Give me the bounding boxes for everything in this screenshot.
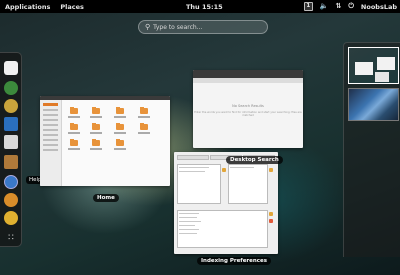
window-toolbar xyxy=(193,78,303,83)
dash: ∷ xyxy=(0,52,22,247)
workspace-indicator[interactable]: 1 xyxy=(303,2,313,11)
folder-icon xyxy=(70,107,78,114)
power-icon[interactable]: ⏻ xyxy=(348,0,354,13)
workspace-switcher xyxy=(343,42,400,257)
desktop-search-window-caption[interactable]: Desktop Search xyxy=(226,156,283,164)
window-titlebar xyxy=(193,70,303,78)
files-app-icon[interactable] xyxy=(4,135,18,149)
places-menu[interactable]: Places xyxy=(55,3,89,11)
applications-menu[interactable]: Applications xyxy=(0,3,55,11)
folder-icon xyxy=(92,107,100,114)
folder-icon xyxy=(92,123,100,130)
folder-icon xyxy=(140,107,148,114)
search-placeholder: Type to search... xyxy=(153,23,203,31)
clock[interactable]: Thu 15:15 xyxy=(186,3,223,11)
user-menu[interactable]: NoobsLab xyxy=(361,3,397,11)
folder-icon xyxy=(116,107,124,114)
folder-icon xyxy=(116,139,124,146)
network-icon[interactable]: ⇅ xyxy=(336,0,342,13)
no-results-title: No Search Results xyxy=(232,104,264,108)
desktop-search-app-icon[interactable] xyxy=(4,211,18,225)
software-app-icon[interactable] xyxy=(4,155,18,169)
desktop-search-window-thumbnail[interactable]: No Search Results Enter the words you wa… xyxy=(193,70,303,148)
home-window-caption[interactable]: Home xyxy=(93,194,119,202)
prefs-list-left xyxy=(177,164,221,204)
folder-icon xyxy=(70,123,78,130)
indexing-window-caption[interactable]: Indexing Preferences xyxy=(197,257,272,265)
folder-icon xyxy=(140,123,148,130)
browser-app-icon[interactable] xyxy=(4,81,18,95)
home-window-thumbnail[interactable] xyxy=(40,96,170,186)
folder-icon xyxy=(116,123,124,130)
show-apps-icon[interactable]: ∷ xyxy=(4,231,18,245)
overview-search[interactable]: ⚲ Type to search... xyxy=(138,20,268,34)
indexing-preferences-window-thumbnail[interactable] xyxy=(174,152,278,254)
workspace-thumbnail-2[interactable] xyxy=(348,88,399,121)
terminal-app-icon[interactable] xyxy=(4,117,18,131)
no-results-hint: Enter the words you want to find for inf… xyxy=(194,111,302,117)
top-bar: Applications Places Thu 15:15 1 🔈 ⇅ ⏻ No… xyxy=(0,0,400,13)
prefs-list-right xyxy=(228,164,268,204)
workspace-thumbnail-1[interactable] xyxy=(348,47,399,84)
search-app-icon[interactable] xyxy=(4,193,18,207)
folder-icon xyxy=(92,139,100,146)
folder-icon xyxy=(70,139,78,146)
file-sidebar xyxy=(40,100,62,186)
volume-icon[interactable]: 🔈 xyxy=(320,0,329,13)
help-app-icon[interactable] xyxy=(4,175,18,189)
media-app-icon[interactable] xyxy=(4,99,18,113)
mail-app-icon[interactable] xyxy=(4,61,18,75)
search-icon: ⚲ xyxy=(145,23,151,31)
